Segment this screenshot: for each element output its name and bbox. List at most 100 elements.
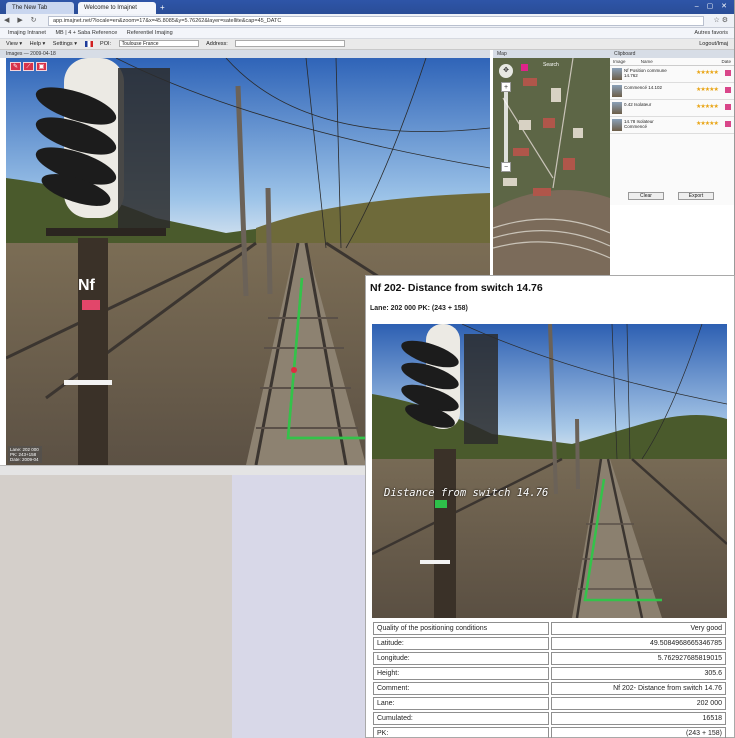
row-label: Latitude:	[373, 637, 550, 650]
address-bar: ◀ ▶ ↻ app.imajnet.net/?locale=en&zoom=17…	[0, 14, 734, 28]
delete-icon[interactable]	[725, 70, 731, 76]
thumbnail	[612, 68, 622, 80]
clipboard-panel: Image Name Date Nf Position commune 14.7…	[610, 58, 734, 205]
poi-input[interactable]: Toulouse France	[118, 40, 199, 48]
row-value: (243 + 158)	[551, 727, 726, 738]
delete-icon[interactable]	[725, 104, 731, 110]
clip-name: Nf Position commune 14.762	[624, 68, 667, 78]
address-input[interactable]	[235, 40, 346, 48]
navigation-icons[interactable]: ◀ ▶ ↻	[4, 16, 40, 24]
row-value: 16518	[551, 712, 726, 725]
row-label: Longitude:	[373, 652, 550, 665]
row-value: 5.762927685819015	[551, 652, 726, 665]
bookmarks-bar: Imajing Intranet MB | 4 + Saba Reference…	[0, 28, 734, 39]
tab-bar: The New Tab Welcome to Imajnet + – ▢ ✕	[0, 0, 734, 14]
report-railway-scene	[372, 324, 727, 618]
table-row: Quality of the positioning conditions Ver…	[373, 622, 726, 635]
satellite-map[interactable]: ✥ + − Search	[493, 58, 610, 275]
photo-info-box: Lane: 202 000 PK: 243+158 Date: 2009-04	[8, 446, 42, 463]
measure-tool-icon[interactable]: ⟋	[23, 62, 34, 71]
rating-stars-icon[interactable]: ★★★★★	[696, 86, 719, 93]
url-field[interactable]: app.imajnet.net/?locale=en&zoom=17&x=45.…	[48, 16, 704, 26]
thumbnail	[612, 102, 622, 114]
report-data-table: Quality of the positioning conditions Ver…	[371, 620, 728, 738]
table-row: Latitude: 49.5084968665346785	[373, 637, 726, 650]
report-subtitle: Lane: 202 000 PK: (243 + 158)	[370, 305, 468, 312]
row-value: Nf 202- Distance from switch 14.76	[551, 682, 726, 695]
clipboard-buttons: Clear Export	[610, 192, 734, 202]
app-menu-bar: View ▾ Help ▾ Settings ▾ POI: Toulouse F…	[0, 39, 734, 50]
row-value: Very good	[551, 622, 726, 635]
menu-settings[interactable]: Settings ▾	[53, 41, 77, 47]
clip-name: 0.42 Isolateur	[624, 102, 652, 107]
clipboard-row[interactable]: 14.78 Isolateur Commencé ★★★★★	[610, 117, 734, 134]
map-search-label[interactable]: Search	[543, 62, 559, 68]
row-value: 305.6	[551, 667, 726, 680]
other-bookmarks[interactable]: Autres favoris	[694, 28, 728, 39]
flag-fr-icon[interactable]	[84, 40, 93, 47]
clipboard-row[interactable]: Nf Position commune 14.762 ★★★★★	[610, 66, 734, 83]
pointer-tool-icon[interactable]: ✎	[10, 62, 21, 71]
star-wrench-icon[interactable]: ☆ ⚙	[714, 16, 729, 24]
measurement-report: Nf 202- Distance from switch 14.76 Lane:…	[365, 275, 735, 738]
photo-toolbar: ✎ ⟋ ▣	[10, 62, 47, 71]
bookmark-item[interactable]: Referentiel Imajing	[127, 30, 173, 36]
report-photo: Distance from switch 14.76	[372, 324, 727, 618]
capture-tool-icon[interactable]: ▣	[36, 62, 47, 71]
zoom-out-icon[interactable]: −	[501, 162, 511, 172]
table-row: Height: 305.6	[373, 667, 726, 680]
row-label: Height:	[373, 667, 550, 680]
tab-imajnet[interactable]: Welcome to Imajnet	[78, 2, 156, 14]
clipboard-row[interactable]: 0.42 Isolateur ★★★★★	[610, 100, 734, 117]
table-row: Cumulated: 16518	[373, 712, 726, 725]
table-row: Comment: Nf 202- Distance from switch 14.…	[373, 682, 726, 695]
export-button[interactable]: Export	[678, 192, 714, 200]
column-header: Image	[613, 59, 626, 64]
signal-plate-label: Nf	[78, 277, 96, 294]
menu-view[interactable]: View ▾	[6, 41, 22, 47]
pan-control-icon[interactable]: ✥	[499, 64, 513, 78]
bookmark-item[interactable]: MB | 4 + Saba Reference	[55, 30, 117, 36]
logout-link[interactable]: Logout/Imaj	[699, 39, 728, 50]
table-row: Lane: 202 000	[373, 697, 726, 710]
clipboard-row[interactable]: Commencé 14.102 ★★★★★	[610, 83, 734, 100]
clear-button[interactable]: Clear	[628, 192, 664, 200]
map-marker-icon[interactable]	[521, 64, 528, 71]
info-line: Date: 2009-04	[10, 457, 39, 462]
rating-stars-icon[interactable]: ★★★★★	[696, 69, 719, 76]
tab-new-tab[interactable]: The New Tab	[6, 2, 74, 14]
row-label: Comment:	[373, 682, 550, 695]
report-title: Nf 202- Distance from switch 14.76	[370, 282, 543, 294]
column-header: Name	[640, 59, 653, 64]
address-label: Address:	[206, 41, 228, 47]
table-row: Longitude: 5.762927685819015	[373, 652, 726, 665]
column-header: Date	[721, 59, 731, 64]
delete-icon[interactable]	[725, 87, 731, 93]
delete-icon[interactable]	[725, 121, 731, 127]
clip-name: 14.78 Isolateur Commencé	[624, 119, 654, 129]
zoom-in-icon[interactable]: +	[501, 82, 511, 92]
background-strip	[232, 475, 372, 738]
distance-overlay-label: Distance from switch 14.76	[384, 487, 549, 499]
table-row: PK: (243 + 158)	[373, 727, 726, 738]
thumbnail	[612, 85, 622, 97]
poi-label: POI:	[100, 41, 112, 47]
row-label: Quality of the positioning conditions	[373, 622, 550, 635]
clip-name: Commencé 14.102	[624, 85, 663, 90]
clipboard-panel-header: Clipboard	[610, 50, 734, 58]
rating-stars-icon[interactable]: ★★★★★	[696, 103, 719, 110]
thumbnail	[612, 119, 622, 131]
map-panel-header: Map	[493, 50, 610, 58]
row-label: Cumulated:	[373, 712, 550, 725]
bookmark-item[interactable]: Imajing Intranet	[8, 30, 46, 36]
zoom-slider[interactable]	[504, 84, 508, 164]
menu-help[interactable]: Help ▾	[30, 41, 46, 47]
window-controls-icon[interactable]: – ▢ ✕	[695, 2, 730, 10]
rating-stars-icon[interactable]: ★★★★★	[696, 120, 719, 127]
clipboard-columns: Image Name Date	[610, 58, 734, 66]
row-value: 49.5084968665346785	[551, 637, 726, 650]
row-value: 202 000	[551, 697, 726, 710]
image-panel-header: Images — 2009-04-18	[0, 50, 490, 58]
row-label: Lane:	[373, 697, 550, 710]
new-tab-icon[interactable]: +	[160, 2, 165, 14]
